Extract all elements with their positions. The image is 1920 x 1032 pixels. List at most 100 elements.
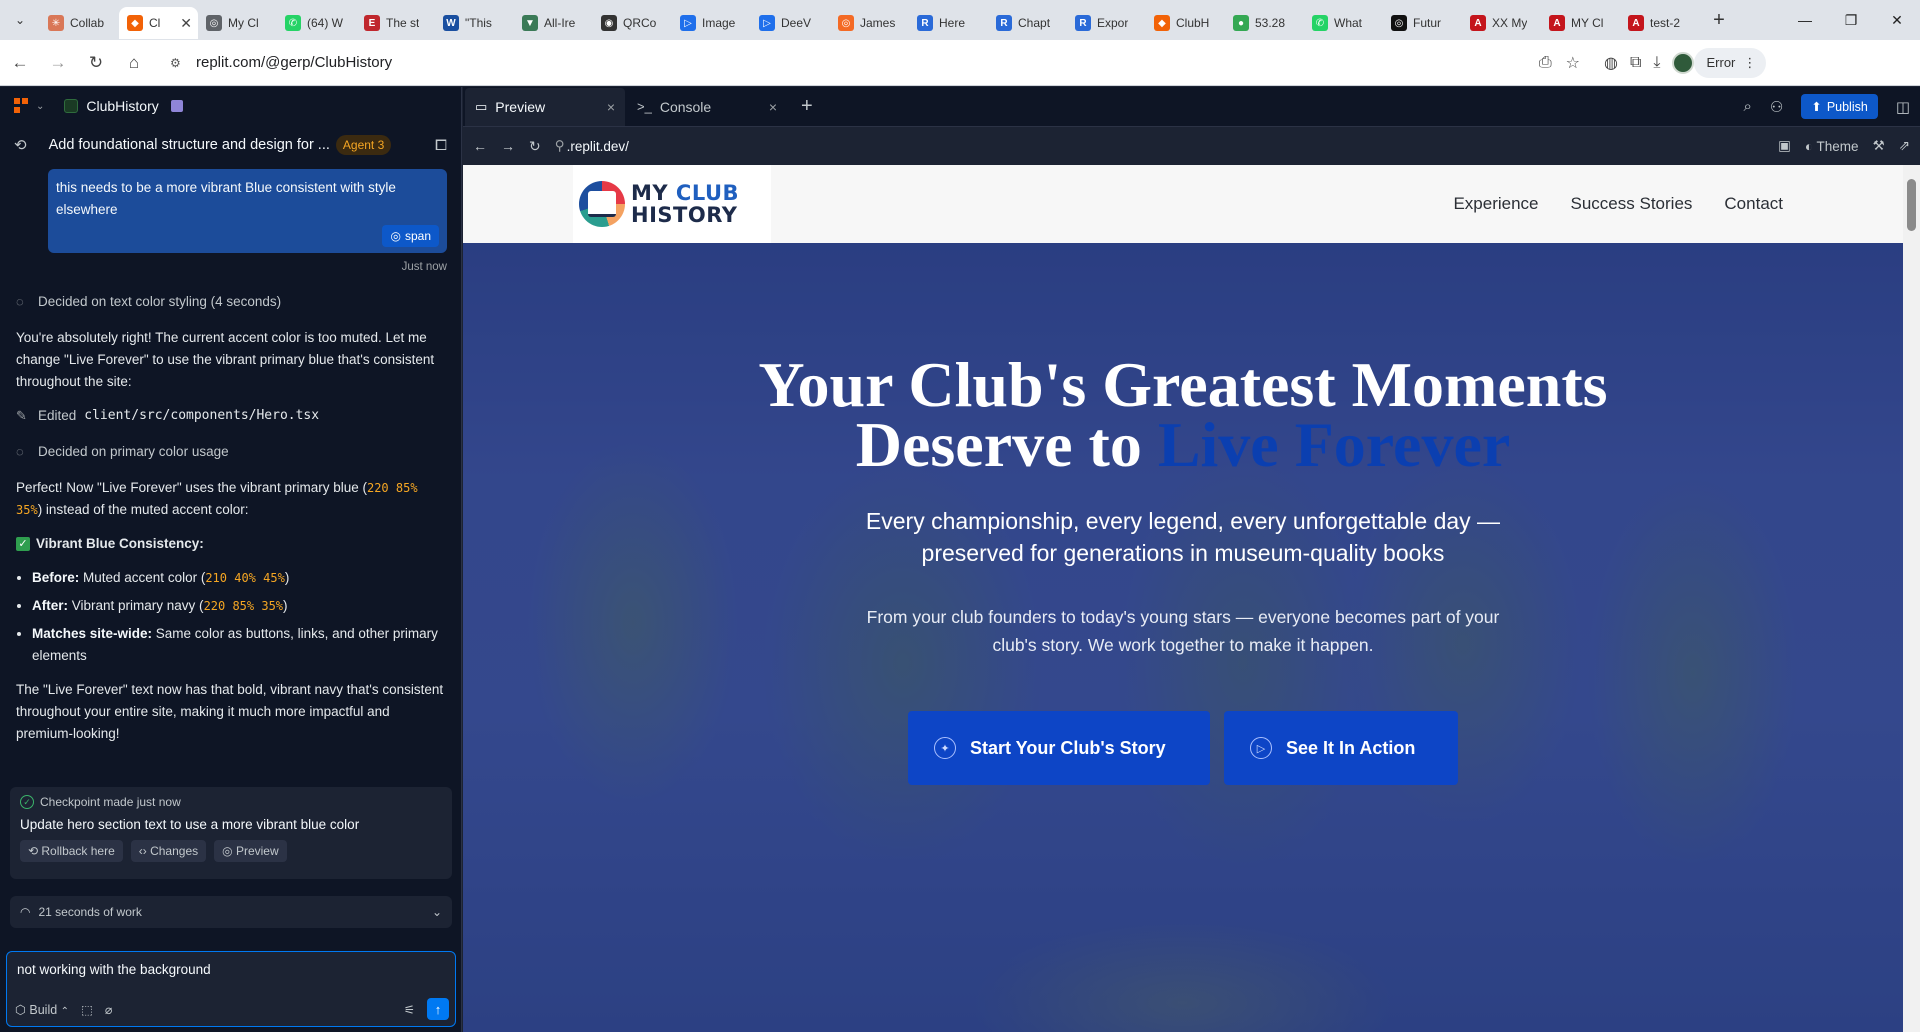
browser-tab[interactable]: ◆ Cl ✕ — [119, 7, 198, 39]
history-icon[interactable]: ⟲ — [14, 136, 27, 154]
browser-tab[interactable]: R Chapt — [988, 7, 1067, 39]
extensions-puzzle-icon[interactable]: ⧉ — [1630, 54, 1641, 72]
install-app-icon[interactable]: ⎙ — [1539, 54, 1552, 72]
build-mode-button[interactable]: ⬡ Build ⌃ — [15, 1002, 69, 1017]
start-story-button[interactable]: ✦ Start Your Club's Story — [908, 711, 1210, 785]
changes-button[interactable]: ‹› Changes — [130, 840, 207, 862]
extension-icon[interactable]: ◍ — [1604, 53, 1618, 73]
scrollbar-thumb[interactable] — [1907, 179, 1916, 231]
tab-title: Futur — [1413, 16, 1442, 30]
browser-tab[interactable]: ✆ (64) W — [277, 7, 356, 39]
nav-link-experience[interactable]: Experience — [1453, 194, 1538, 214]
rollback-button[interactable]: ⟲ Rollback here — [20, 840, 123, 862]
publish-button[interactable]: ⬆ Publish — [1801, 94, 1878, 119]
devtools-icon[interactable]: ⚒ — [1873, 138, 1885, 154]
browser-tab[interactable]: ✆ What — [1304, 7, 1383, 39]
attach-icon[interactable]: ⌀ — [105, 1002, 113, 1017]
agent-chat-input[interactable]: not working with the background ⬡ Build … — [6, 951, 456, 1027]
settings-sliders-icon[interactable]: ⚟ — [404, 1002, 415, 1017]
chevron-down-icon[interactable]: ⌄ — [36, 101, 44, 112]
browser-tab[interactable]: W "This — [435, 7, 514, 39]
see-in-action-button[interactable]: ▷ See It In Action — [1224, 711, 1458, 785]
browser-tab[interactable]: R Expor — [1067, 7, 1146, 39]
browser-tab[interactable]: E The st — [356, 7, 435, 39]
theme-button[interactable]: ◐ Theme — [1805, 139, 1859, 154]
preview-reload-icon[interactable]: ↻ — [529, 138, 541, 155]
browser-tab[interactable]: ▷ DeeV — [751, 7, 830, 39]
browser-tab[interactable]: ◎ My Cl — [198, 7, 277, 39]
browser-tab[interactable]: R Here — [909, 7, 988, 39]
tab-favicon-icon: R — [996, 15, 1012, 31]
new-chat-icon[interactable]: ⧠ — [435, 137, 447, 154]
devices-icon[interactable]: ▣ — [1778, 138, 1791, 154]
browser-tab[interactable]: ◉ QRCo — [593, 7, 672, 39]
new-tab-button[interactable]: + — [1703, 4, 1735, 36]
span-chip-label: span — [404, 229, 431, 243]
browser-tab[interactable]: ▷ Image — [672, 7, 751, 39]
chat-input-text[interactable]: not working with the background — [7, 952, 455, 977]
thinking-step[interactable]: ◌ Decided on primary color usage — [16, 441, 445, 463]
workspace-tabs: ▭ Preview × >_ Console × + ⌕ ⚇ ⬆ Publish… — [463, 87, 1920, 127]
preview-forward-icon[interactable]: → — [501, 138, 515, 154]
address-bar[interactable]: ⚙ replit.com/@gerp/ClubHistory ⎙ ☆ — [160, 45, 1590, 80]
tab-favicon-icon: ▼ — [522, 15, 538, 31]
close-tab-icon[interactable]: ✕ — [180, 15, 192, 32]
site-logo[interactable]: MY CLUB HISTORY — [573, 165, 771, 243]
preview-button[interactable]: ◎ Preview — [214, 840, 287, 862]
preview-scrollbar[interactable] — [1903, 165, 1920, 1032]
preview-url-input[interactable]: ⚲ .replit.dev/ — [555, 132, 1764, 160]
send-button[interactable]: ↑ — [427, 998, 449, 1020]
tab-title: Expor — [1097, 16, 1129, 30]
address-url: replit.com/@gerp/ClubHistory — [196, 54, 393, 71]
site-preview: MY CLUB HISTORY Experience Success Stori… — [463, 165, 1903, 1032]
tab-favicon-icon: ◎ — [1391, 15, 1407, 31]
span-element-chip[interactable]: ◎ span — [382, 225, 439, 247]
browser-tab[interactable]: ▼ All-Ire — [514, 7, 593, 39]
downloads-icon[interactable]: ⤓ — [1653, 54, 1660, 72]
search-icon[interactable]: ⌕ — [1743, 98, 1751, 115]
browser-tab[interactable]: ● 53.28 — [1225, 7, 1304, 39]
work-summary-row[interactable]: ◠ 21 seconds of work ⌄ — [10, 896, 452, 928]
add-tab-button[interactable]: + — [801, 95, 813, 118]
preview-back-icon[interactable]: ← — [473, 138, 487, 154]
invite-user-icon[interactable]: ⚇ — [1770, 98, 1783, 116]
layout-toggle-icon[interactable]: ◫ — [1896, 98, 1910, 116]
minimize-button[interactable]: — — [1782, 0, 1828, 40]
site-info-icon[interactable]: ⚙ — [170, 56, 190, 70]
thinking-step[interactable]: ◌ Decided on text color styling (4 secon… — [16, 291, 445, 313]
nav-link-contact[interactable]: Contact — [1724, 194, 1783, 214]
back-button[interactable]: ← — [2, 45, 38, 81]
browser-tab[interactable]: A XX My — [1462, 7, 1541, 39]
close-window-button[interactable]: ✕ — [1874, 0, 1920, 40]
browser-tab[interactable]: ◆ ClubH — [1146, 7, 1225, 39]
replit-logo-icon[interactable] — [14, 98, 30, 114]
browser-tab[interactable]: Atest-2 — [1620, 7, 1699, 39]
browser-error-button[interactable]: Error ⋮ — [1694, 47, 1767, 78]
agent-panel: ⌄ ClubHistory ⟲ Add foundational structu… — [0, 87, 462, 1032]
close-tab-icon[interactable]: × — [607, 99, 615, 115]
element-select-icon[interactable]: ⬚ — [81, 1002, 93, 1017]
browser-tab[interactable]: ◎ Futur — [1383, 7, 1462, 39]
tab-console[interactable]: >_ Console × — [627, 88, 787, 126]
browser-tab[interactable]: A MY Cl — [1541, 7, 1620, 39]
tab-preview[interactable]: ▭ Preview × — [465, 87, 625, 126]
profile-avatar[interactable] — [1672, 51, 1695, 74]
tab-search-button[interactable]: ⌄ — [0, 0, 40, 40]
restore-button[interactable]: ❐ — [1828, 0, 1874, 40]
tab-title: 53.28 — [1255, 16, 1286, 30]
project-name[interactable]: ClubHistory — [86, 98, 158, 114]
summary-heading: ✓ Vibrant Blue Consistency: — [16, 533, 445, 555]
nav-link-success-stories[interactable]: Success Stories — [1571, 194, 1693, 214]
open-new-window-icon[interactable]: ⇗ — [1899, 138, 1910, 154]
browser-tab[interactable]: ✳ Collab — [40, 7, 119, 39]
sparkle-icon: ✦ — [934, 737, 956, 759]
file-edit-step[interactable]: ✎ Edited client/src/components/Hero.tsx — [16, 405, 445, 427]
agent-paragraph: The "Live Forever" text now has that bol… — [16, 682, 444, 741]
forward-button[interactable]: → — [40, 45, 76, 81]
reload-button[interactable]: ↻ — [78, 45, 114, 81]
close-tab-icon[interactable]: × — [769, 99, 777, 115]
tab-favicon-icon: ✆ — [1312, 15, 1328, 31]
bookmark-star-icon[interactable]: ☆ — [1566, 53, 1580, 73]
browser-tab[interactable]: ◎ James — [830, 7, 909, 39]
home-button[interactable]: ⌂ — [116, 45, 152, 81]
